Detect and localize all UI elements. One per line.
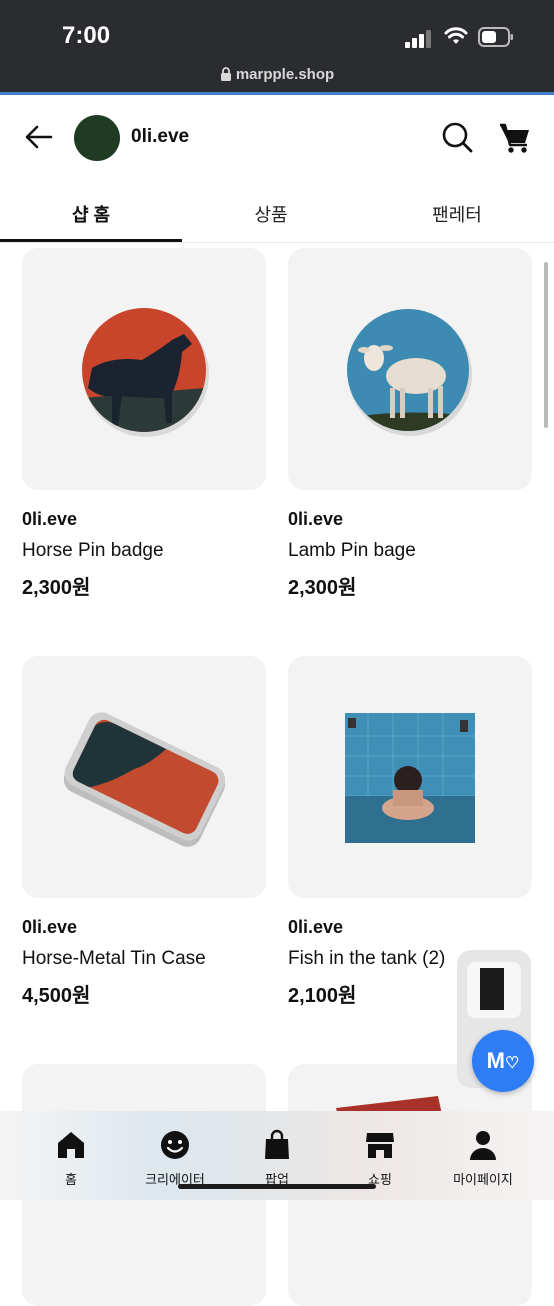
lock-icon <box>220 67 231 81</box>
product-image[interactable] <box>22 248 266 490</box>
bag-icon <box>265 1129 289 1159</box>
product-brand: 0li.eve <box>288 509 344 529</box>
nav-home[interactable]: 홈 <box>16 1111 126 1200</box>
product-brand: 0li.eve <box>22 509 78 529</box>
recent-item-thumbnail[interactable] <box>467 962 521 1018</box>
product-brand: 0li.eve <box>288 917 344 937</box>
address-bar[interactable]: marpple.shop <box>0 66 554 83</box>
product-name[interactable]: Lamb Pin bage <box>288 540 416 562</box>
product-price: 2,300원 <box>22 577 91 599</box>
status-time: 7:00 <box>62 22 111 49</box>
search-icon[interactable] <box>440 120 474 154</box>
active-tab-indicator <box>0 239 182 242</box>
nav-mypage[interactable]: 마이페이지 <box>428 1111 538 1200</box>
nav-home-label: 홈 <box>65 1172 77 1187</box>
marpple-logo: M <box>486 1048 505 1073</box>
product-image[interactable] <box>22 656 266 898</box>
product-name[interactable]: Horse Pin badge <box>22 540 164 562</box>
product-name[interactable]: Horse-Metal Tin Case <box>22 948 206 970</box>
tab-fan-letter[interactable]: 팬레터 <box>366 201 548 227</box>
wifi-icon <box>444 27 468 44</box>
status-bar: 7:00 marpple.shop <box>0 0 554 95</box>
product-name[interactable]: Fish in the tank (2) <box>288 948 445 970</box>
home-indicator[interactable] <box>178 1184 376 1189</box>
product-price: 4,500원 <box>22 985 91 1007</box>
nav-mypage-label: 마이페이지 <box>453 1172 513 1187</box>
cart-icon[interactable] <box>498 121 532 155</box>
home-icon <box>58 1132 84 1158</box>
url-text: marpple.shop <box>235 66 335 83</box>
product-brand: 0li.eve <box>22 917 78 937</box>
person-icon <box>470 1131 496 1160</box>
shop-name[interactable]: 0li.eve <box>131 126 189 148</box>
product-price: 2,100원 <box>288 985 357 1007</box>
heart-globe-icon: ♡ <box>504 1055 520 1072</box>
tab-products[interactable]: 상품 <box>180 201 362 227</box>
store-icon <box>366 1133 394 1158</box>
signal-icon <box>405 30 431 48</box>
marpple-fab-button[interactable]: M♡ <box>472 1030 534 1092</box>
shop-header: 0li.eve <box>0 95 554 185</box>
shop-tabs: 샵 홈 상품 팬레터 <box>0 185 554 243</box>
product-price: 2,300원 <box>288 577 357 599</box>
battery-icon <box>478 27 513 47</box>
product-image[interactable] <box>288 656 532 898</box>
tab-shop-home[interactable]: 샵 홈 <box>0 201 182 227</box>
back-arrow-icon[interactable] <box>24 122 54 152</box>
scrollbar[interactable] <box>544 262 548 428</box>
shop-avatar[interactable] <box>74 115 120 161</box>
smile-icon <box>161 1131 189 1159</box>
product-image[interactable] <box>288 248 532 490</box>
